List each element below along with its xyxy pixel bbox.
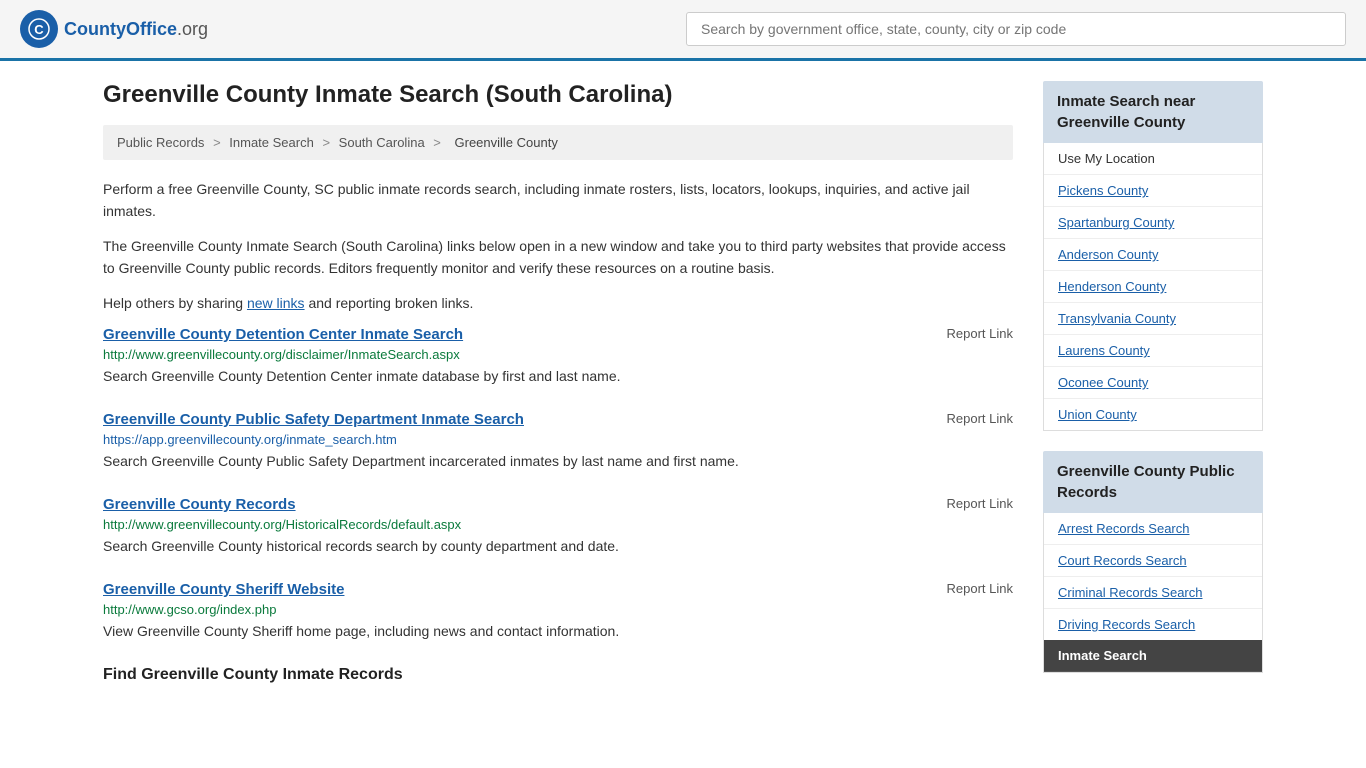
logo-text: CountyOffice.org [64, 19, 208, 40]
result-header-0: Greenville County Detention Center Inmat… [103, 326, 1013, 343]
sidebar-public-records-header: Greenville County Public Records [1043, 451, 1263, 513]
breadcrumb: Public Records > Inmate Search > South C… [103, 125, 1013, 160]
result-url-1[interactable]: https://app.greenvillecounty.org/inmate_… [103, 432, 1013, 447]
bottom-section-title: Find Greenville County Inmate Records [103, 666, 1013, 684]
result-description-2: Search Greenville County historical reco… [103, 536, 1013, 557]
result-url-0[interactable]: http://www.greenvillecounty.org/disclaim… [103, 347, 1013, 362]
report-link-2[interactable]: Report Link [947, 496, 1013, 511]
content-area: Greenville County Inmate Search (South C… [103, 81, 1013, 693]
nearby-county-link-3[interactable]: Henderson County [1044, 271, 1262, 303]
nearby-county-link-6[interactable]: Oconee County [1044, 367, 1262, 399]
breadcrumb-public-records[interactable]: Public Records [117, 135, 204, 150]
use-my-location-link[interactable]: Use My Location [1044, 143, 1262, 175]
result-description-1: Search Greenville County Public Safety D… [103, 451, 1013, 472]
public-records-link-1[interactable]: Court Records Search [1044, 545, 1262, 577]
search-input[interactable] [686, 12, 1346, 46]
result-title-3[interactable]: Greenville County Sheriff Website [103, 581, 344, 598]
sidebar-public-records-links: Arrest Records SearchCourt Records Searc… [1043, 513, 1263, 673]
result-item-0: Greenville County Detention Center Inmat… [103, 326, 1013, 387]
sidebar-nearby-section: Inmate Search near Greenville County Use… [1043, 81, 1263, 431]
intro-para2: The Greenville County Inmate Search (Sou… [103, 235, 1013, 280]
logo-suffix: .org [177, 19, 208, 40]
result-item-2: Greenville County Records Report Link ht… [103, 496, 1013, 557]
result-item-1: Greenville County Public Safety Departme… [103, 411, 1013, 472]
search-bar [686, 12, 1346, 46]
sidebar: Inmate Search near Greenville County Use… [1043, 81, 1263, 693]
nearby-county-link-2[interactable]: Anderson County [1044, 239, 1262, 271]
logo-name: CountyOffice [64, 19, 177, 40]
public-records-link-2[interactable]: Criminal Records Search [1044, 577, 1262, 609]
result-url-2[interactable]: http://www.greenvillecounty.org/Historic… [103, 517, 1013, 532]
nearby-county-link-1[interactable]: Spartanburg County [1044, 207, 1262, 239]
intro-para3: Help others by sharing new links and rep… [103, 292, 1013, 314]
public-records-link-3[interactable]: Driving Records Search [1044, 609, 1262, 640]
breadcrumb-current: Greenville County [455, 135, 558, 150]
result-title-2[interactable]: Greenville County Records [103, 496, 296, 513]
breadcrumb-inmate-search[interactable]: Inmate Search [229, 135, 314, 150]
result-title-1[interactable]: Greenville County Public Safety Departme… [103, 411, 524, 428]
result-item-3: Greenville County Sheriff Website Report… [103, 581, 1013, 642]
sidebar-public-records-section: Greenville County Public Records Arrest … [1043, 451, 1263, 673]
intro-para1: Perform a free Greenville County, SC pub… [103, 178, 1013, 223]
new-links-link[interactable]: new links [247, 295, 305, 311]
nearby-county-link-0[interactable]: Pickens County [1044, 175, 1262, 207]
result-description-0: Search Greenville County Detention Cente… [103, 366, 1013, 387]
report-link-3[interactable]: Report Link [947, 581, 1013, 596]
result-title-0[interactable]: Greenville County Detention Center Inmat… [103, 326, 463, 343]
result-url-3[interactable]: http://www.gcso.org/index.php [103, 602, 1013, 617]
result-description-3: View Greenville County Sheriff home page… [103, 621, 1013, 642]
sidebar-nearby-header: Inmate Search near Greenville County [1043, 81, 1263, 143]
public-records-list: Arrest Records SearchCourt Records Searc… [1044, 513, 1262, 640]
results-container: Greenville County Detention Center Inmat… [103, 326, 1013, 642]
breadcrumb-south-carolina[interactable]: South Carolina [339, 135, 425, 150]
result-header-1: Greenville County Public Safety Departme… [103, 411, 1013, 428]
page-title: Greenville County Inmate Search (South C… [103, 81, 1013, 109]
sidebar-nearby-links: Use My Location Pickens CountySpartanbur… [1043, 143, 1263, 431]
main-container: Greenville County Inmate Search (South C… [83, 61, 1283, 713]
nearby-counties-list: Pickens CountySpartanburg CountyAnderson… [1044, 175, 1262, 430]
nearby-county-link-7[interactable]: Union County [1044, 399, 1262, 430]
report-link-1[interactable]: Report Link [947, 411, 1013, 426]
result-header-2: Greenville County Records Report Link [103, 496, 1013, 513]
svg-text:C: C [34, 22, 44, 37]
report-link-0[interactable]: Report Link [947, 326, 1013, 341]
nearby-county-link-4[interactable]: Transylvania County [1044, 303, 1262, 335]
logo-icon: C [20, 10, 58, 48]
site-header: C CountyOffice.org [0, 0, 1366, 61]
inmate-search-active-link[interactable]: Inmate Search [1044, 640, 1262, 672]
nearby-county-link-5[interactable]: Laurens County [1044, 335, 1262, 367]
public-records-link-0[interactable]: Arrest Records Search [1044, 513, 1262, 545]
logo-area: C CountyOffice.org [20, 10, 208, 48]
result-header-3: Greenville County Sheriff Website Report… [103, 581, 1013, 598]
